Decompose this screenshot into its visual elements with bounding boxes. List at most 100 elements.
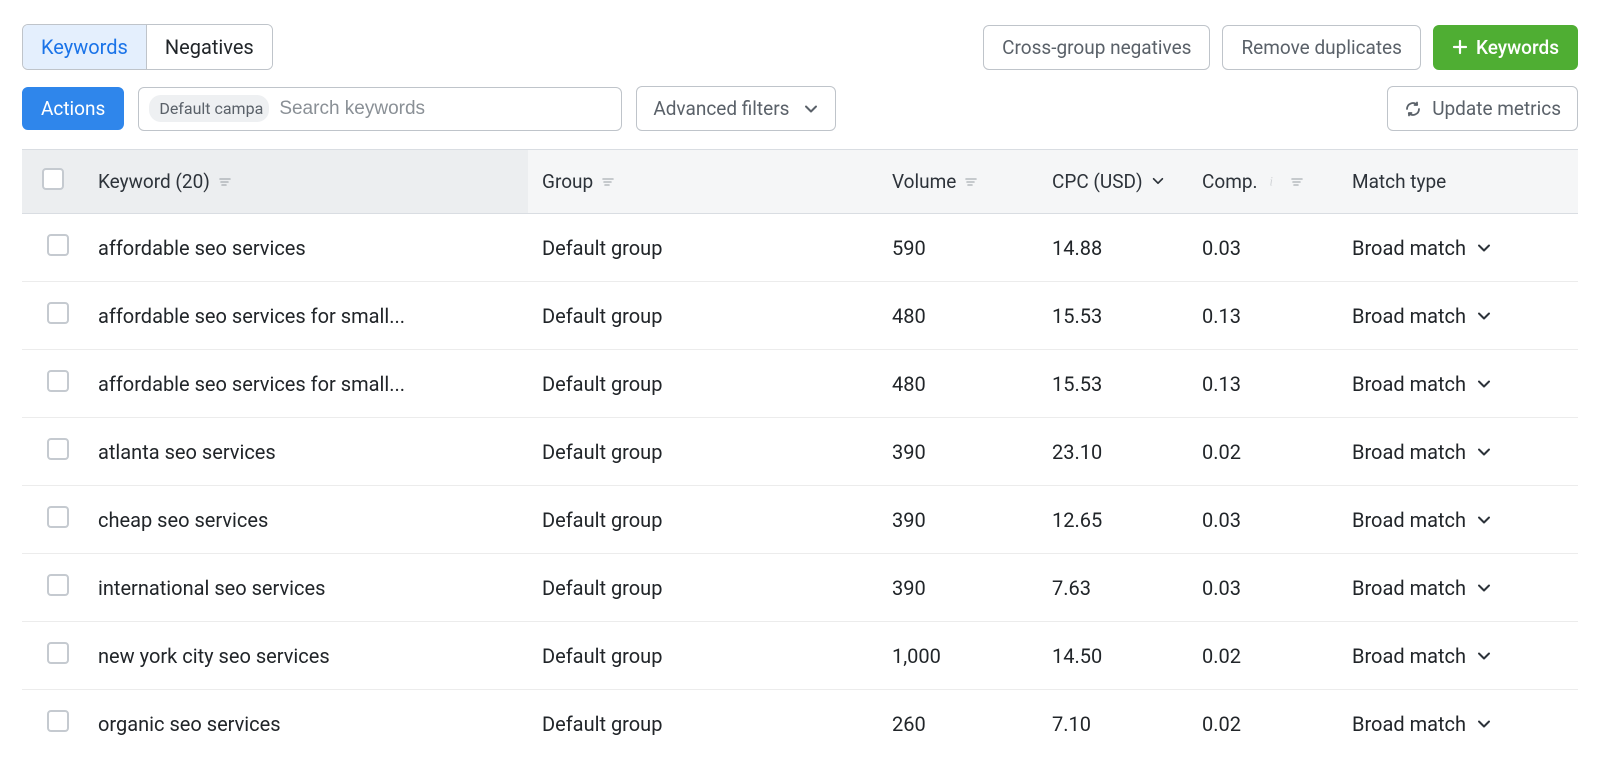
cell-group[interactable]: Default group <box>528 554 878 622</box>
campaign-chip[interactable]: Default campa <box>149 95 269 122</box>
match-type-dropdown[interactable]: Broad match <box>1352 372 1564 396</box>
table-row: cheap seo servicesDefault group39012.650… <box>22 486 1578 554</box>
refresh-icon <box>1404 100 1422 118</box>
match-type-dropdown[interactable]: Broad match <box>1352 508 1564 532</box>
cell-volume: 390 <box>878 554 1038 622</box>
actions-button[interactable]: Actions <box>22 87 124 130</box>
match-type-label: Broad match <box>1352 576 1466 600</box>
row-checkbox[interactable] <box>47 574 69 596</box>
cell-group[interactable]: Default group <box>528 214 878 282</box>
cell-comp: 0.03 <box>1188 214 1338 282</box>
row-checkbox[interactable] <box>47 234 69 256</box>
cell-cpc: 7.63 <box>1038 554 1188 622</box>
remove-duplicates-button[interactable]: Remove duplicates <box>1222 25 1421 70</box>
tab-negatives[interactable]: Negatives <box>146 25 272 69</box>
column-volume[interactable]: Volume <box>878 150 1038 214</box>
sort-icon <box>601 175 615 189</box>
cell-keyword[interactable]: affordable seo services for small... <box>84 350 528 418</box>
cell-group[interactable]: Default group <box>528 350 878 418</box>
table-row: affordable seo services for small...Defa… <box>22 282 1578 350</box>
match-type-label: Broad match <box>1352 440 1466 464</box>
match-type-dropdown[interactable]: Broad match <box>1352 236 1564 260</box>
cell-comp: 0.13 <box>1188 282 1338 350</box>
cell-keyword[interactable]: international seo services <box>84 554 528 622</box>
chevron-down-icon <box>803 101 819 117</box>
cell-volume: 260 <box>878 690 1038 757</box>
advanced-filters-button[interactable]: Advanced filters <box>636 86 836 131</box>
column-group[interactable]: Group <box>528 150 878 214</box>
cell-cpc: 15.53 <box>1038 282 1188 350</box>
cell-group[interactable]: Default group <box>528 418 878 486</box>
cell-cpc: 14.88 <box>1038 214 1188 282</box>
tab-keywords[interactable]: Keywords <box>23 25 146 69</box>
row-checkbox[interactable] <box>47 710 69 732</box>
column-comp-label: Comp. <box>1202 170 1258 193</box>
update-metrics-label: Update metrics <box>1432 97 1561 120</box>
chevron-down-icon <box>1151 174 1167 190</box>
add-keywords-button[interactable]: Keywords <box>1433 25 1578 70</box>
cell-keyword[interactable]: affordable seo services <box>84 214 528 282</box>
match-type-label: Broad match <box>1352 304 1466 328</box>
table-row: international seo servicesDefault group3… <box>22 554 1578 622</box>
chevron-down-icon <box>1476 308 1492 324</box>
sort-icon <box>964 175 978 189</box>
search-keywords-field[interactable]: Default campa <box>138 87 622 131</box>
chevron-down-icon <box>1476 444 1492 460</box>
cell-comp: 0.03 <box>1188 554 1338 622</box>
cell-keyword[interactable]: organic seo services <box>84 690 528 757</box>
cell-volume: 390 <box>878 486 1038 554</box>
row-checkbox[interactable] <box>47 370 69 392</box>
cell-group[interactable]: Default group <box>528 622 878 690</box>
chevron-down-icon <box>1476 512 1492 528</box>
row-checkbox[interactable] <box>47 642 69 664</box>
row-checkbox[interactable] <box>47 302 69 324</box>
column-match-type[interactable]: Match type <box>1338 150 1578 214</box>
column-comp[interactable]: Comp. i <box>1188 150 1338 214</box>
cell-volume: 390 <box>878 418 1038 486</box>
match-type-label: Broad match <box>1352 236 1466 260</box>
cell-volume: 480 <box>878 350 1038 418</box>
table-row: organic seo servicesDefault group2607.10… <box>22 690 1578 757</box>
cell-keyword[interactable]: affordable seo services for small... <box>84 282 528 350</box>
cell-group[interactable]: Default group <box>528 282 878 350</box>
row-checkbox[interactable] <box>47 506 69 528</box>
match-type-dropdown[interactable]: Broad match <box>1352 712 1564 736</box>
plus-icon <box>1452 39 1468 55</box>
info-icon: i <box>1266 174 1282 190</box>
column-group-label: Group <box>542 170 593 193</box>
cell-keyword[interactable]: new york city seo services <box>84 622 528 690</box>
chevron-down-icon <box>1476 716 1492 732</box>
match-type-dropdown[interactable]: Broad match <box>1352 576 1564 600</box>
select-all-checkbox[interactable] <box>42 168 64 190</box>
chevron-down-icon <box>1476 376 1492 392</box>
column-cpc[interactable]: CPC (USD) <box>1038 150 1188 214</box>
sort-icon <box>1290 175 1304 189</box>
match-type-label: Broad match <box>1352 712 1466 736</box>
cell-keyword[interactable]: atlanta seo services <box>84 418 528 486</box>
search-input[interactable] <box>277 94 611 124</box>
match-type-dropdown[interactable]: Broad match <box>1352 644 1564 668</box>
column-keyword[interactable]: Keyword (20) <box>84 150 528 214</box>
cell-comp: 0.02 <box>1188 418 1338 486</box>
update-metrics-button[interactable]: Update metrics <box>1387 86 1578 131</box>
chevron-down-icon <box>1476 580 1492 596</box>
keywords-table: Keyword (20) Group <box>22 149 1578 757</box>
cell-comp: 0.03 <box>1188 486 1338 554</box>
row-checkbox[interactable] <box>47 438 69 460</box>
column-match-label: Match type <box>1352 170 1446 193</box>
cell-keyword[interactable]: cheap seo services <box>84 486 528 554</box>
cell-volume: 1,000 <box>878 622 1038 690</box>
match-type-label: Broad match <box>1352 644 1466 668</box>
match-type-dropdown[interactable]: Broad match <box>1352 304 1564 328</box>
cell-cpc: 7.10 <box>1038 690 1188 757</box>
cell-comp: 0.02 <box>1188 622 1338 690</box>
match-type-dropdown[interactable]: Broad match <box>1352 440 1564 464</box>
chevron-down-icon <box>1476 648 1492 664</box>
cell-volume: 590 <box>878 214 1038 282</box>
cell-group[interactable]: Default group <box>528 690 878 757</box>
add-keywords-label: Keywords <box>1476 36 1559 59</box>
cell-group[interactable]: Default group <box>528 486 878 554</box>
cross-group-negatives-button[interactable]: Cross-group negatives <box>983 25 1210 70</box>
cell-cpc: 15.53 <box>1038 350 1188 418</box>
table-row: affordable seo services for small...Defa… <box>22 350 1578 418</box>
